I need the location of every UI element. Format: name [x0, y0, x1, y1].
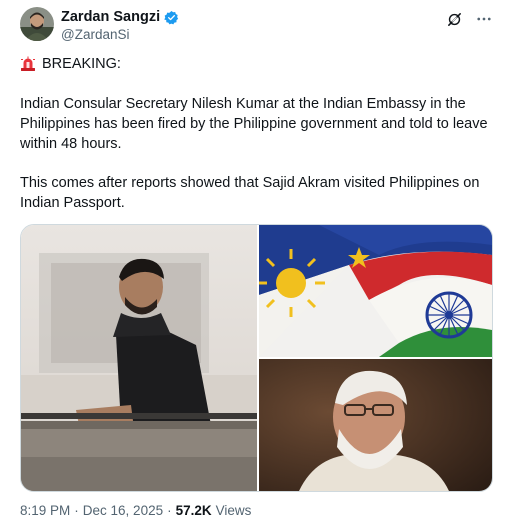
grok-icon[interactable] — [445, 10, 463, 28]
top-actions — [445, 10, 493, 28]
views-label: Views — [215, 503, 252, 518]
post-date[interactable]: Dec 16, 2025 — [83, 503, 163, 518]
verified-badge-icon — [164, 10, 179, 25]
post-paragraph-1: Indian Consular Secretary Nilesh Kumar a… — [20, 96, 488, 152]
meta-separator: · — [74, 503, 79, 518]
post-meta: 8:19 PM · Dec 16, 2025 · 57.2K Views — [20, 503, 251, 518]
media-grid — [20, 224, 493, 492]
avatar[interactable] — [20, 7, 54, 41]
photo-older-man-portrait[interactable] — [259, 359, 492, 491]
meta-separator: · — [167, 503, 172, 518]
breaking-line: BREAKING: — [20, 56, 121, 72]
more-icon[interactable] — [475, 10, 493, 28]
post-paragraph-2: This comes after reports showed that Saj… — [20, 175, 480, 211]
photo-philippines-india-flags[interactable] — [259, 225, 492, 357]
author-handle[interactable]: @ZardanSi — [61, 27, 129, 42]
siren-icon — [20, 56, 36, 72]
author-display-name[interactable]: Zardan Sangzi — [61, 9, 160, 25]
post-time[interactable]: 8:19 PM — [20, 503, 70, 518]
author-name-row: Zardan Sangzi — [61, 8, 179, 26]
photo-man-on-rooftop[interactable] — [21, 225, 257, 491]
breaking-label: BREAKING: — [42, 56, 121, 72]
views-count[interactable]: 57.2K — [176, 503, 212, 518]
tweet: Zardan Sangzi @ZardanSi BREAKING: Indian… — [0, 0, 513, 527]
